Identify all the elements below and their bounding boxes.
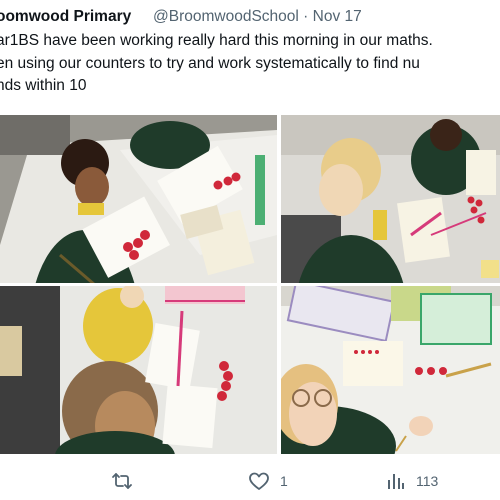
photo-boy-with-counters[interactable] <box>0 115 277 283</box>
tweet-date[interactable]: Nov 17 <box>313 8 362 25</box>
tweet-text-line: ar1BS have been working really hard this… <box>0 32 433 49</box>
like-count: 1 <box>280 473 288 489</box>
heart-icon <box>248 471 270 491</box>
author-handle[interactable]: @BroomwoodSchool <box>153 8 299 25</box>
views-button[interactable]: 113 <box>386 470 438 492</box>
views-count: 113 <box>416 473 439 489</box>
photo-girl-with-counters[interactable] <box>281 115 500 283</box>
photo-girl-smiling-at-table[interactable] <box>281 286 500 454</box>
media-grid <box>0 115 500 454</box>
retweet-button[interactable] <box>111 470 133 492</box>
views-chart-icon <box>386 471 406 491</box>
meta-separator: · <box>303 8 309 25</box>
tweet-text-line: nds within 10 <box>0 77 87 94</box>
like-button[interactable]: 1 <box>248 470 288 492</box>
tweet-text: ar1BS have been working really hard this… <box>0 30 500 98</box>
tweet-text-line: en using our counters to try and work sy… <box>0 54 420 72</box>
author-name[interactable]: oomwood Primary <box>0 8 131 26</box>
photo-child-placing-counters[interactable] <box>0 286 277 454</box>
tweet-header: oomwood Primary @BroomwoodSchool · Nov 1… <box>0 5 500 29</box>
tweet-meta: @BroomwoodSchool · Nov 17 <box>153 8 362 26</box>
tweet-actions: 1 113 <box>0 462 500 498</box>
retweet-icon <box>111 471 133 491</box>
